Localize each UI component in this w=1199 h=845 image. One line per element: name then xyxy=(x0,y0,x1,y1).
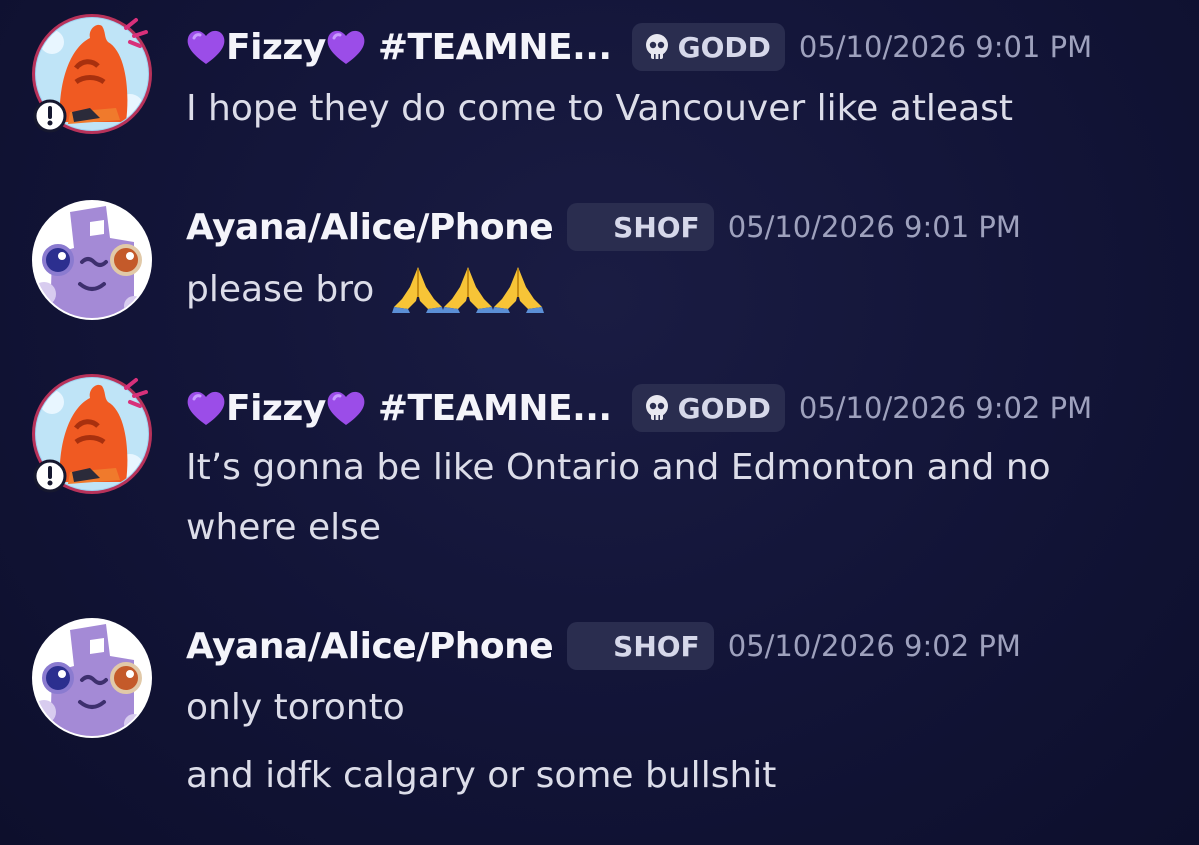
timestamp: 05/10/2026 9:01 PM xyxy=(727,210,1021,244)
message-header: Ayana/Alice/Phone SHOF 05/10/2026 9:01 P… xyxy=(186,199,1021,255)
username-label: Ayana/Alice/Phone xyxy=(186,625,554,667)
message-text: I hope they do come to Vancouver like at… xyxy=(186,88,1014,129)
message-text: only toronto xyxy=(186,687,405,728)
username-suffix: #TEAMNE... xyxy=(365,26,612,68)
avatar[interactable] xyxy=(30,616,154,740)
avatar[interactable] xyxy=(30,372,154,496)
username[interactable]: Fizzy #TEAMNE... xyxy=(186,388,612,429)
message-text: where else xyxy=(186,507,382,548)
username[interactable]: Ayana/Alice/Phone xyxy=(186,206,554,248)
purple-heart-icon xyxy=(326,28,366,66)
ayana-avatar-icon xyxy=(32,200,152,320)
role-tag-label: SHOF xyxy=(613,629,700,663)
purple-heart-icon xyxy=(186,389,226,427)
ayana-avatar-icon xyxy=(32,618,152,738)
message-text: and idfk calgary or some bullshit xyxy=(186,755,777,796)
crescent-icon xyxy=(577,212,607,242)
avatar[interactable] xyxy=(30,198,154,322)
timestamp: 05/10/2026 9:02 PM xyxy=(727,629,1021,663)
message-header: Fizzy #TEAMNE... GODD 05/10/2026 9:02 PM xyxy=(186,380,1092,436)
purple-heart-icon xyxy=(186,28,226,66)
folded-hands-emoji xyxy=(490,263,546,313)
skull-icon xyxy=(642,32,672,62)
skull-icon xyxy=(642,393,672,423)
username[interactable]: Fizzy #TEAMNE... xyxy=(186,27,612,68)
crescent-icon xyxy=(577,631,607,661)
username-label: Fizzy xyxy=(226,26,326,68)
message-text: please bro xyxy=(186,260,546,320)
folded-hands-emoji xyxy=(440,263,496,313)
role-tag[interactable]: SHOF xyxy=(567,622,714,670)
message-text-content: please bro xyxy=(186,269,375,310)
folded-hands-emoji xyxy=(390,263,446,313)
message-item[interactable]: Fizzy #TEAMNE... GODD 05/10/2026 9:02 PM… xyxy=(0,360,1199,580)
role-tag[interactable]: GODD xyxy=(631,23,785,71)
role-tag-label: GODD xyxy=(677,391,771,425)
username-suffix: #TEAMNE... xyxy=(365,387,612,429)
message-item[interactable]: Fizzy #TEAMNE... GODD 05/10/2026 9:01 PM… xyxy=(0,0,1199,170)
message-header: Fizzy #TEAMNE... GODD 05/10/2026 9:01 PM xyxy=(186,19,1092,75)
message-item[interactable]: Ayana/Alice/Phone SHOF 05/10/2026 9:01 P… xyxy=(0,180,1199,350)
role-tag-label: GODD xyxy=(677,30,771,64)
purple-heart-icon xyxy=(326,389,366,427)
timestamp: 05/10/2026 9:01 PM xyxy=(798,30,1093,64)
username-label: Fizzy xyxy=(226,387,326,429)
username[interactable]: Ayana/Alice/Phone xyxy=(186,625,554,667)
fizzy-avatar-icon xyxy=(32,14,152,134)
message-header: Ayana/Alice/Phone SHOF 05/10/2026 9:02 P… xyxy=(186,618,1021,674)
timestamp: 05/10/2026 9:02 PM xyxy=(798,391,1093,425)
role-tag-label: SHOF xyxy=(613,210,700,244)
avatar[interactable] xyxy=(30,12,154,136)
role-tag[interactable]: SHOF xyxy=(567,203,714,251)
username-label: Ayana/Alice/Phone xyxy=(186,206,554,248)
message-text: It’s gonna be like Ontario and Edmonton … xyxy=(186,447,1051,488)
fizzy-avatar-icon xyxy=(32,374,152,494)
message-item[interactable]: Ayana/Alice/Phone SHOF 05/10/2026 9:02 P… xyxy=(0,598,1199,838)
role-tag[interactable]: GODD xyxy=(631,384,785,432)
